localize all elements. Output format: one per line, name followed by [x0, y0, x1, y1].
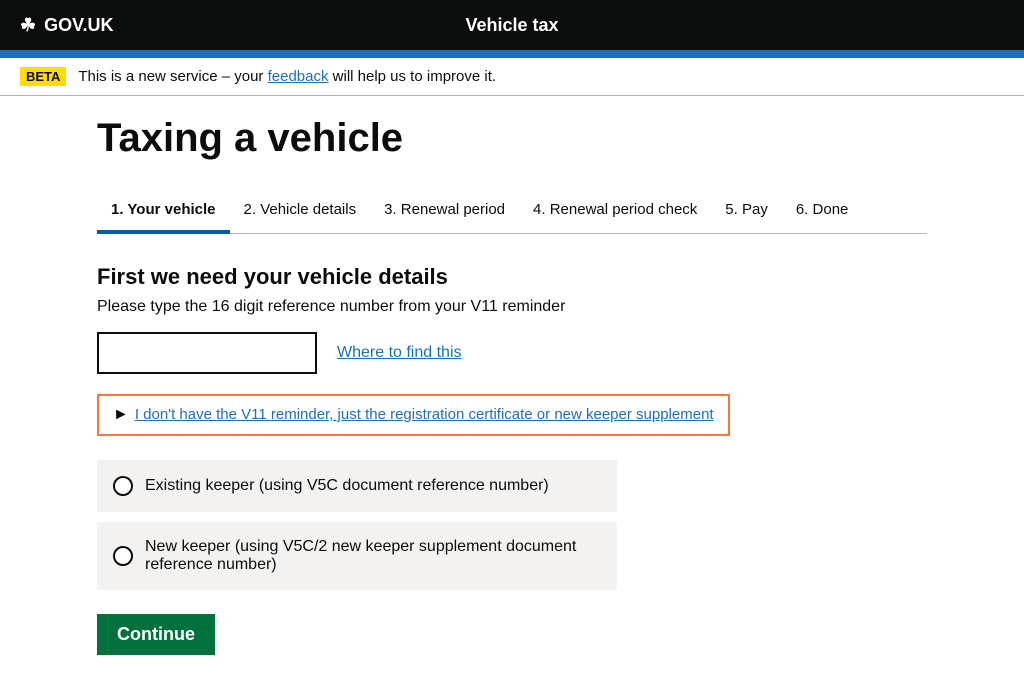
- header-title: Vehicle tax: [465, 15, 558, 36]
- form-description: Please type the 16 digit reference numbe…: [97, 298, 927, 316]
- step-1[interactable]: 1. Your vehicle: [97, 191, 230, 234]
- reference-input-row: Where to find this: [97, 332, 927, 374]
- beta-text-after: will help us to improve it.: [328, 68, 496, 85]
- main-content: Taxing a vehicle 1. Your vehicle 2. Vehi…: [77, 96, 947, 675]
- site-header: ☘ GOV.UK Vehicle tax: [0, 0, 1024, 50]
- step-4[interactable]: 4. Renewal period check: [519, 191, 711, 233]
- radio-existing-keeper[interactable]: Existing keeper (using V5C document refe…: [97, 460, 617, 512]
- radio-new-keeper-input[interactable]: [113, 546, 133, 566]
- where-to-find-link[interactable]: Where to find this: [337, 344, 462, 362]
- feedback-link[interactable]: feedback: [268, 68, 329, 85]
- accordion-v11[interactable]: ► I don't have the V11 reminder, just the…: [97, 394, 730, 436]
- beta-text: This is a new service – your: [78, 68, 267, 85]
- page-title: Taxing a vehicle: [97, 116, 927, 161]
- radio-options-group: Existing keeper (using V5C document refe…: [97, 460, 927, 590]
- step-3[interactable]: 3. Renewal period: [370, 191, 519, 233]
- gov-logo[interactable]: ☘ GOV.UK: [20, 15, 114, 36]
- form-section: First we need your vehicle details Pleas…: [97, 264, 927, 655]
- continue-button[interactable]: Continue: [97, 614, 215, 655]
- accordion-label[interactable]: I don't have the V11 reminder, just the …: [135, 406, 714, 423]
- step-2[interactable]: 2. Vehicle details: [230, 191, 371, 233]
- crown-icon: ☘: [20, 15, 36, 36]
- radio-new-keeper-label: New keeper (using V5C/2 new keeper suppl…: [145, 538, 601, 574]
- step-5[interactable]: 5. Pay: [711, 191, 782, 233]
- form-heading: First we need your vehicle details: [97, 264, 927, 290]
- step-6[interactable]: 6. Done: [782, 191, 863, 233]
- radio-new-keeper[interactable]: New keeper (using V5C/2 new keeper suppl…: [97, 522, 617, 590]
- beta-tag: BETA: [20, 67, 66, 86]
- radio-existing-keeper-input[interactable]: [113, 476, 133, 496]
- blue-stripe: [0, 50, 1024, 58]
- steps-nav: 1. Your vehicle 2. Vehicle details 3. Re…: [97, 191, 927, 234]
- beta-banner: BETA This is a new service – your feedba…: [0, 58, 1024, 96]
- reference-input[interactable]: [97, 332, 317, 374]
- accordion-arrow-icon: ►: [113, 406, 129, 423]
- radio-existing-keeper-label: Existing keeper (using V5C document refe…: [145, 477, 549, 495]
- logo-text: GOV.UK: [44, 15, 113, 36]
